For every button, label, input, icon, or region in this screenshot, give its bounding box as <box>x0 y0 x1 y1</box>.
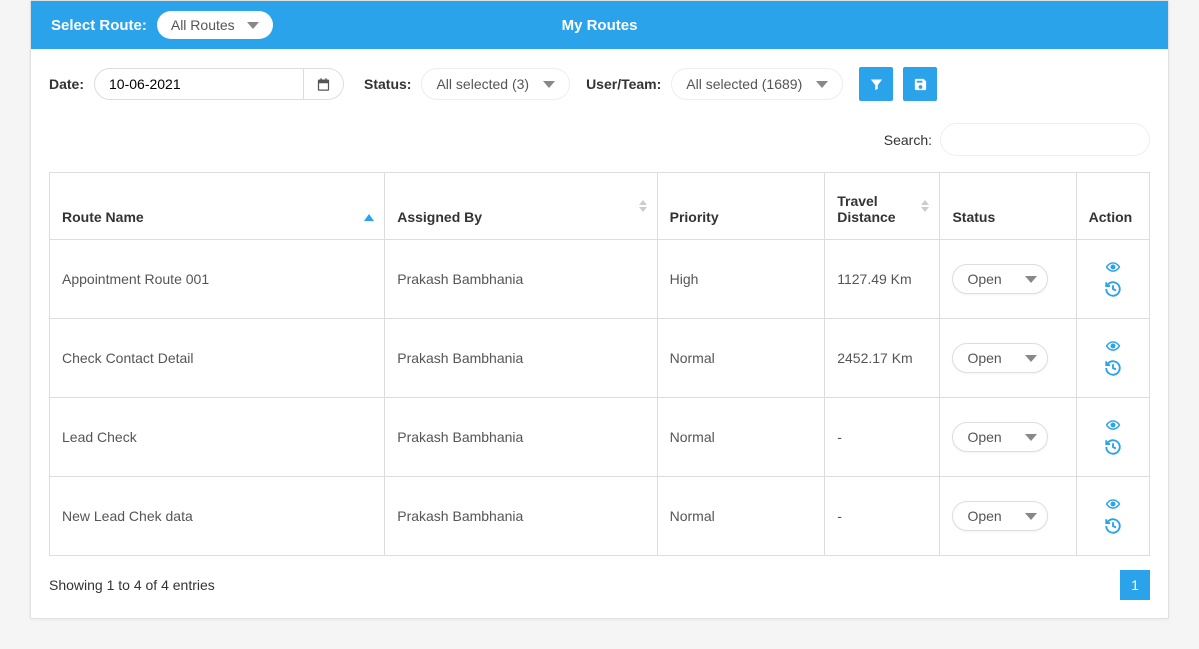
search-input[interactable] <box>940 123 1150 156</box>
col-label: Travel Distance <box>837 193 895 225</box>
calendar-button[interactable] <box>304 68 344 100</box>
col-label: Status <box>952 209 995 225</box>
col-priority[interactable]: Priority <box>657 173 825 240</box>
cell-priority: Normal <box>657 398 825 477</box>
col-action: Action <box>1076 173 1149 240</box>
cell-priority: Normal <box>657 477 825 556</box>
status-dropdown[interactable]: All selected (3) <box>421 68 570 100</box>
pager: 1 <box>1120 570 1150 600</box>
cell-action <box>1076 240 1149 319</box>
status-value: Open <box>967 429 1001 445</box>
cell-priority: High <box>657 240 825 319</box>
view-icon[interactable] <box>1103 418 1123 432</box>
page-title: My Routes <box>562 17 638 34</box>
col-travel-distance[interactable]: Travel Distance <box>825 173 940 240</box>
status-value: Open <box>967 350 1001 366</box>
chevron-down-icon <box>543 81 555 88</box>
history-icon[interactable] <box>1104 280 1122 298</box>
status-label: Status: <box>364 76 411 92</box>
cell-travel-distance: - <box>825 477 940 556</box>
cell-travel-distance: 1127.49 Km <box>825 240 940 319</box>
routes-table: Route Name Assigned By Priority Travel D… <box>49 172 1150 556</box>
calendar-icon <box>316 77 331 92</box>
cell-travel-distance: 2452.17 Km <box>825 319 940 398</box>
cell-route-name: Check Contact Detail <box>50 319 385 398</box>
page-button[interactable]: 1 <box>1120 570 1150 600</box>
userteam-dropdown[interactable]: All selected (1689) <box>671 68 843 100</box>
chevron-down-icon <box>1025 434 1037 441</box>
cell-action <box>1076 477 1149 556</box>
status-dropdown-cell[interactable]: Open <box>952 343 1048 373</box>
search-label: Search: <box>884 132 932 148</box>
cell-action <box>1076 319 1149 398</box>
col-status[interactable]: Status <box>940 173 1076 240</box>
select-route-label: Select Route: <box>51 17 147 34</box>
date-label: Date: <box>49 76 84 92</box>
table-footer: Showing 1 to 4 of 4 entries 1 <box>49 570 1150 600</box>
chevron-down-icon <box>1025 513 1037 520</box>
sort-asc-icon <box>364 198 374 221</box>
cell-status: Open <box>940 240 1076 319</box>
history-icon[interactable] <box>1104 438 1122 456</box>
chevron-down-icon <box>1025 355 1037 362</box>
chevron-down-icon <box>1025 276 1037 283</box>
cell-status: Open <box>940 477 1076 556</box>
cell-priority: Normal <box>657 319 825 398</box>
col-assigned-by[interactable]: Assigned By <box>385 173 657 240</box>
route-dropdown[interactable]: All Routes <box>157 11 273 39</box>
panel-body: Date: Status: All selected (3) User/Team… <box>31 49 1168 618</box>
chevron-down-icon <box>816 81 828 88</box>
date-input-group <box>94 68 344 100</box>
save-button[interactable] <box>903 67 937 101</box>
cell-route-name: Lead Check <box>50 398 385 477</box>
cell-travel-distance: - <box>825 398 940 477</box>
status-value: Open <box>967 508 1001 524</box>
col-route-name[interactable]: Route Name <box>50 173 385 240</box>
view-icon[interactable] <box>1103 497 1123 511</box>
table-row: Check Contact DetailPrakash BambhaniaNor… <box>50 319 1150 398</box>
history-icon[interactable] <box>1104 359 1122 377</box>
my-routes-panel: Select Route: All Routes My Routes Date:… <box>30 0 1169 619</box>
history-icon[interactable] <box>1104 517 1122 535</box>
cell-status: Open <box>940 319 1076 398</box>
panel-header: Select Route: All Routes My Routes <box>31 1 1168 49</box>
cell-assigned-by: Prakash Bambhania <box>385 240 657 319</box>
table-row: Lead CheckPrakash BambhaniaNormal- Open <box>50 398 1150 477</box>
status-dropdown-value: All selected (3) <box>436 76 529 92</box>
entries-text: Showing 1 to 4 of 4 entries <box>49 577 215 593</box>
cell-assigned-by: Prakash Bambhania <box>385 477 657 556</box>
table-row: Appointment Route 001Prakash BambhaniaHi… <box>50 240 1150 319</box>
route-dropdown-value: All Routes <box>171 17 235 33</box>
col-label: Assigned By <box>397 209 482 225</box>
search-row: Search: <box>49 123 1150 156</box>
userteam-dropdown-value: All selected (1689) <box>686 76 802 92</box>
date-input[interactable] <box>94 68 304 100</box>
cell-action <box>1076 398 1149 477</box>
col-label: Priority <box>670 209 719 225</box>
filter-bar: Date: Status: All selected (3) User/Team… <box>49 67 1150 101</box>
filter-button[interactable] <box>859 67 893 101</box>
table-row: New Lead Chek dataPrakash BambhaniaNorma… <box>50 477 1150 556</box>
status-dropdown-cell[interactable]: Open <box>952 264 1048 294</box>
cell-status: Open <box>940 398 1076 477</box>
cell-assigned-by: Prakash Bambhania <box>385 319 657 398</box>
save-icon <box>913 77 928 92</box>
cell-route-name: New Lead Chek data <box>50 477 385 556</box>
userteam-label: User/Team: <box>586 76 661 92</box>
col-label: Route Name <box>62 209 144 225</box>
status-value: Open <box>967 271 1001 287</box>
status-dropdown-cell[interactable]: Open <box>952 422 1048 452</box>
sort-icon <box>921 200 929 212</box>
sort-icon <box>639 200 647 212</box>
cell-route-name: Appointment Route 001 <box>50 240 385 319</box>
view-icon[interactable] <box>1103 339 1123 353</box>
filter-icon <box>869 77 884 92</box>
view-icon[interactable] <box>1103 260 1123 274</box>
status-dropdown-cell[interactable]: Open <box>952 501 1048 531</box>
cell-assigned-by: Prakash Bambhania <box>385 398 657 477</box>
col-label: Action <box>1089 209 1133 225</box>
chevron-down-icon <box>247 22 259 29</box>
